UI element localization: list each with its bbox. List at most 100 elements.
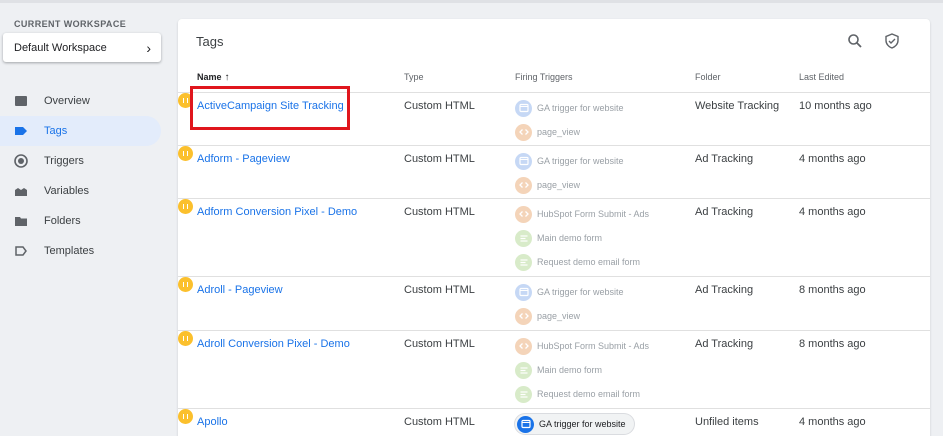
sidebar-item-variables[interactable]: Variables bbox=[0, 176, 161, 206]
tag-type: Custom HTML bbox=[404, 338, 475, 350]
column-header-label: Name bbox=[197, 72, 222, 82]
sidebar-item-label: Variables bbox=[44, 185, 90, 197]
trigger-chip[interactable]: page_view bbox=[515, 304, 624, 328]
chevron-right-icon: › bbox=[146, 39, 151, 56]
page-title: Tags bbox=[196, 34, 224, 49]
table-row[interactable]: Apollo Custom HTML GA trigger for website U… bbox=[178, 409, 930, 436]
tag-name-link[interactable]: Apollo bbox=[197, 416, 228, 428]
column-header-triggers[interactable]: Firing Triggers bbox=[515, 71, 573, 83]
last-edited: 4 months ago bbox=[799, 416, 866, 428]
workspace-label: CURRENT WORKSPACE bbox=[14, 19, 127, 29]
pause-status-icon[interactable] bbox=[178, 146, 193, 161]
tag-name-link[interactable]: Adform - Pageview bbox=[197, 153, 290, 165]
pause-status-icon[interactable] bbox=[178, 331, 193, 346]
trigger-chip[interactable]: Main demo form bbox=[515, 358, 649, 382]
tag-type: Custom HTML bbox=[404, 284, 475, 296]
sidebar-item-folders[interactable]: Folders bbox=[0, 206, 161, 236]
tag-icon bbox=[14, 124, 28, 138]
trigger-chip[interactable]: GA trigger for website bbox=[515, 149, 624, 173]
template-icon bbox=[14, 244, 28, 258]
workspace-selector[interactable]: Default Workspace › bbox=[3, 33, 161, 62]
trigger-label: HubSpot Form Submit - Ads bbox=[537, 209, 650, 219]
tag-name-link[interactable]: Adform Conversion Pixel - Demo bbox=[197, 206, 357, 218]
trigger-chip[interactable]: Request demo email form bbox=[515, 382, 649, 406]
tag-folder: Ad Tracking bbox=[695, 284, 754, 296]
table-row[interactable]: Adform - Pageview Custom HTML GA trigger f… bbox=[178, 146, 930, 199]
tags-panel: Tags Name ↑ Type Firing Triggers Folder L… bbox=[178, 19, 930, 436]
trigger-chip[interactable]: HubSpot Form Submit - Ads bbox=[515, 202, 649, 226]
column-header-last-edited[interactable]: Last Edited bbox=[799, 71, 844, 83]
trigger-label: Request demo email form bbox=[537, 389, 641, 399]
trigger-chip[interactable]: GA trigger for website bbox=[515, 414, 634, 434]
tag-folder: Ad Tracking bbox=[695, 338, 754, 350]
firing-triggers: GA trigger for website page_view bbox=[515, 96, 624, 144]
pageview-trigger-icon bbox=[515, 152, 532, 170]
tag-name-link[interactable]: Adroll Conversion Pixel - Demo bbox=[197, 338, 350, 350]
tag-folder: Website Tracking bbox=[695, 100, 780, 112]
table-row[interactable]: Adroll - Pageview Custom HTML GA trigger f… bbox=[178, 277, 930, 331]
trigger-chip[interactable]: page_view bbox=[515, 173, 624, 197]
tag-type: Custom HTML bbox=[404, 153, 475, 165]
firing-triggers: HubSpot Form Submit - Ads Main demo form R… bbox=[515, 202, 649, 274]
event-trigger-icon bbox=[515, 176, 532, 194]
sidebar-item-tags[interactable]: Tags bbox=[0, 116, 161, 146]
column-header-folder[interactable]: Folder bbox=[695, 71, 721, 83]
trigger-label: page_view bbox=[537, 180, 581, 190]
sidebar-item-overview[interactable]: Overview bbox=[0, 86, 161, 116]
last-edited: 10 months ago bbox=[799, 100, 872, 112]
event-trigger-icon bbox=[515, 123, 532, 141]
tags-table: ActiveCampaign Site Tracking Custom HTML G… bbox=[178, 93, 930, 436]
sidebar-item-label: Tags bbox=[44, 125, 68, 137]
search-icon[interactable] bbox=[846, 32, 864, 50]
sidebar-item-triggers[interactable]: Triggers bbox=[0, 146, 161, 176]
trigger-chip[interactable]: Main demo form bbox=[515, 226, 649, 250]
trigger-chip[interactable]: GA trigger for website bbox=[515, 96, 624, 120]
form-trigger-icon bbox=[515, 385, 532, 403]
pause-status-icon[interactable] bbox=[178, 409, 193, 424]
form-trigger-icon bbox=[515, 361, 532, 379]
sidebar-item-label: Triggers bbox=[44, 155, 84, 167]
folder-icon bbox=[14, 214, 28, 228]
pause-status-icon[interactable] bbox=[178, 277, 193, 292]
trigger-label: Main demo form bbox=[537, 365, 603, 375]
trigger-label: GA trigger for website bbox=[537, 287, 624, 297]
trigger-chip[interactable]: page_view bbox=[515, 120, 624, 144]
firing-triggers: GA trigger for website page_view bbox=[515, 149, 624, 197]
sidebar-item-label: Overview bbox=[44, 95, 90, 107]
trigger-label: Request demo email form bbox=[537, 257, 641, 267]
overview-icon bbox=[14, 94, 28, 108]
form-trigger-icon bbox=[515, 253, 532, 271]
table-row[interactable]: Adform Conversion Pixel - Demo Custom HTM… bbox=[178, 199, 930, 277]
event-trigger-icon bbox=[515, 307, 532, 325]
column-header-type[interactable]: Type bbox=[404, 71, 424, 83]
column-header-name[interactable]: Name ↑ bbox=[197, 71, 230, 84]
event-trigger-icon bbox=[515, 205, 532, 223]
table-row[interactable]: Adroll Conversion Pixel - Demo Custom HTM… bbox=[178, 331, 930, 409]
trigger-label: page_view bbox=[537, 127, 581, 137]
shield-check-icon[interactable] bbox=[883, 32, 901, 50]
variables-icon bbox=[14, 184, 28, 198]
pageview-trigger-icon bbox=[517, 415, 534, 433]
highlight-annotation bbox=[190, 86, 350, 130]
tag-name-link[interactable]: Adroll - Pageview bbox=[197, 284, 283, 296]
tag-folder: Ad Tracking bbox=[695, 153, 754, 165]
trigger-chip[interactable]: HubSpot Form Submit - Ads bbox=[515, 334, 649, 358]
firing-triggers: GA trigger for website bbox=[515, 412, 634, 434]
trigger-label: GA trigger for website bbox=[539, 419, 626, 429]
last-edited: 4 months ago bbox=[799, 206, 866, 218]
firing-triggers: GA trigger for website page_view bbox=[515, 280, 624, 328]
tag-folder: Ad Tracking bbox=[695, 206, 754, 218]
sidebar-item-templates[interactable]: Templates bbox=[0, 236, 161, 266]
trigger-label: GA trigger for website bbox=[537, 103, 624, 113]
trigger-label: page_view bbox=[537, 311, 581, 321]
event-trigger-icon bbox=[515, 337, 532, 355]
trigger-chip[interactable]: GA trigger for website bbox=[515, 280, 624, 304]
trigger-chip[interactable]: Request demo email form bbox=[515, 250, 649, 274]
tag-type: Custom HTML bbox=[404, 416, 475, 428]
last-edited: 4 months ago bbox=[799, 153, 866, 165]
tag-folder: Unfiled items bbox=[695, 416, 759, 428]
trigger-label: GA trigger for website bbox=[537, 156, 624, 166]
trigger-label: HubSpot Form Submit - Ads bbox=[537, 341, 650, 351]
pause-status-icon[interactable] bbox=[178, 199, 193, 214]
trigger-label: Main demo form bbox=[537, 233, 603, 243]
